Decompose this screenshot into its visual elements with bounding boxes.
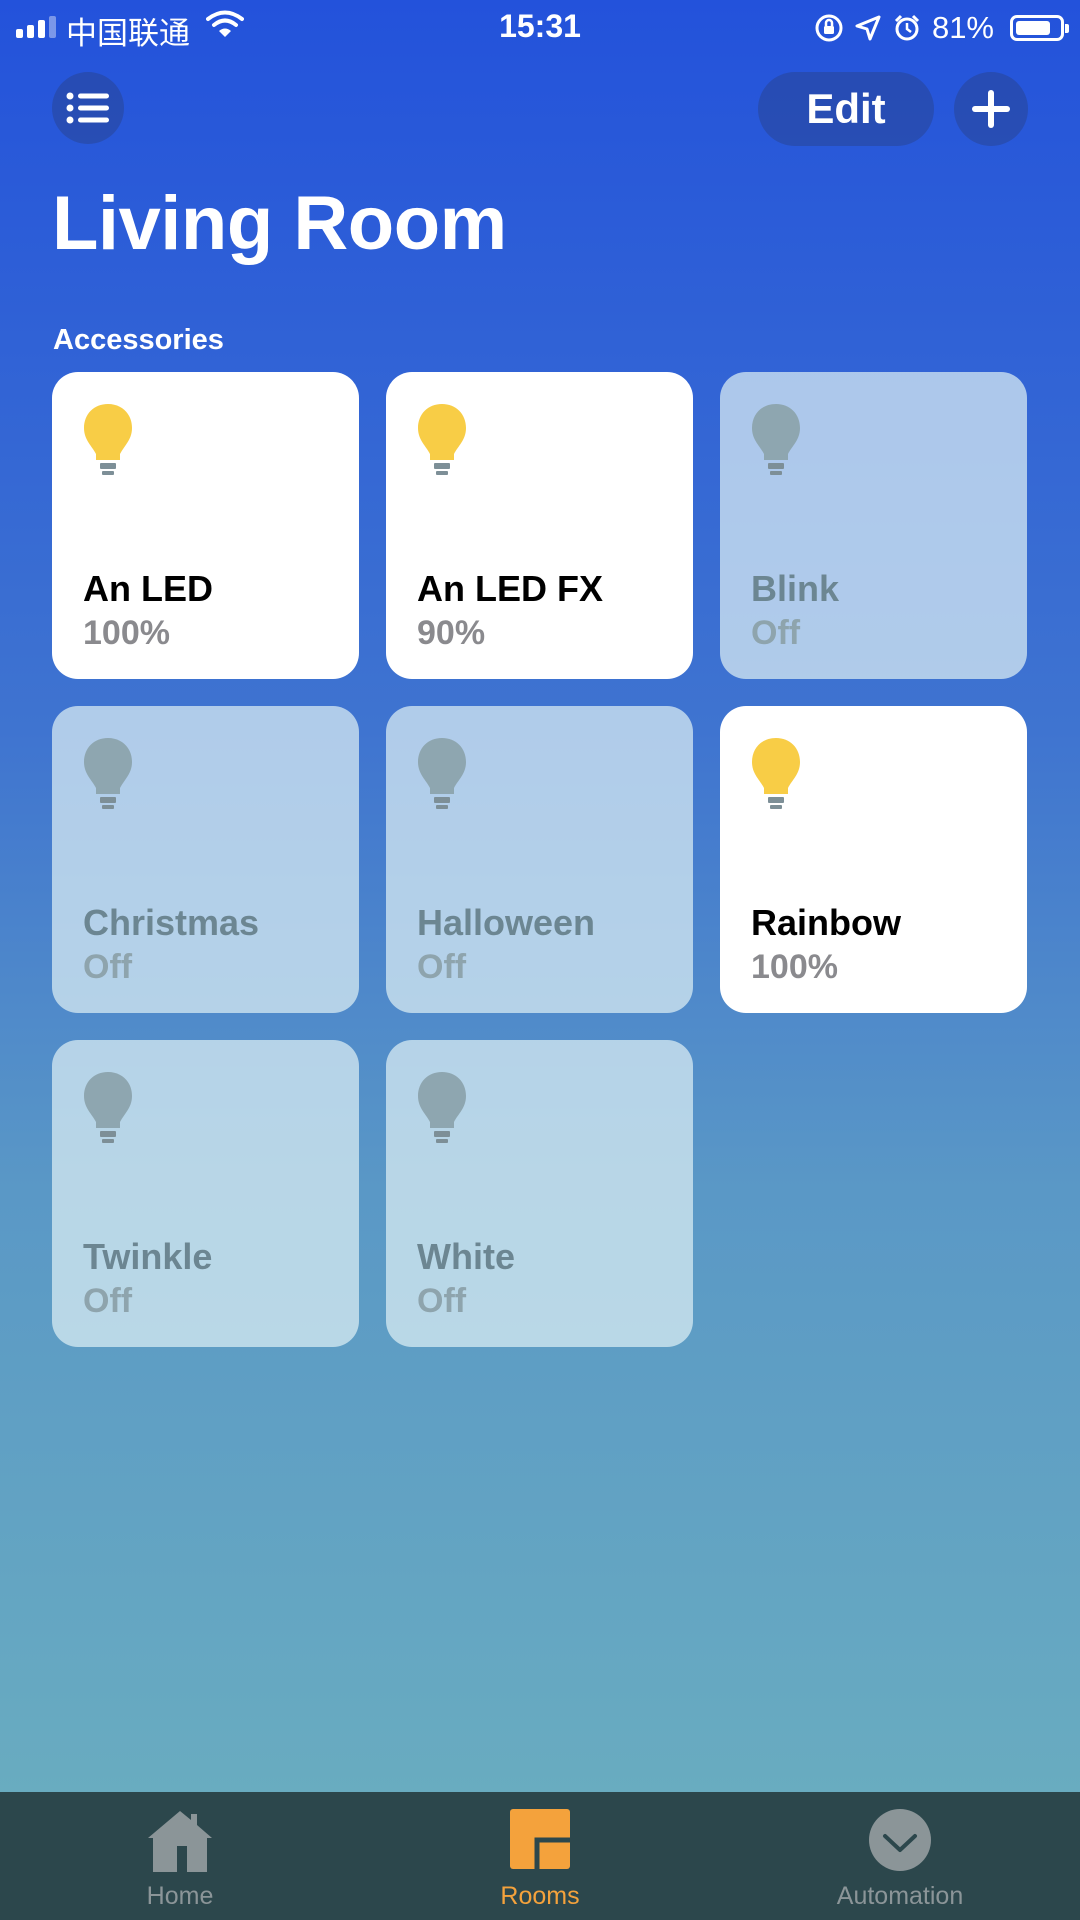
orientation-lock-icon: [815, 14, 843, 42]
rooms-icon: [510, 1809, 570, 1869]
accessory-state: Off: [417, 948, 467, 986]
accessory-tile[interactable]: Rainbow 100%: [720, 706, 1027, 1013]
section-header: Accessories: [53, 324, 224, 356]
lightbulb-icon: [752, 738, 800, 809]
tab-automation[interactable]: Automation: [720, 1792, 1080, 1920]
accessory-name: Halloween: [417, 902, 596, 943]
plus-icon: [972, 90, 1010, 128]
lightbulb-icon: [752, 404, 800, 475]
accessory-state: 90%: [417, 614, 486, 652]
accessory-state: Off: [417, 1282, 467, 1320]
battery-icon: [1010, 15, 1069, 41]
add-button[interactable]: [954, 72, 1028, 146]
tab-home[interactable]: Home: [0, 1792, 360, 1920]
tab-rooms-label: Rooms: [500, 1882, 580, 1910]
accessory-name: An LED: [83, 568, 213, 609]
tab-rooms[interactable]: Rooms: [360, 1792, 720, 1920]
accessory-name: Christmas: [83, 902, 260, 943]
accessory-state: Off: [751, 614, 801, 652]
status-bar: 中国联通 15:31 81%: [0, 0, 1080, 54]
lightbulb-icon: [84, 1072, 132, 1143]
wifi-icon: [206, 10, 244, 37]
accessory-tile[interactable]: Halloween Off: [386, 706, 693, 1013]
lightbulb-icon: [84, 404, 132, 475]
accessory-name: Blink: [751, 568, 840, 609]
accessory-state: 100%: [83, 614, 170, 652]
edit-button[interactable]: Edit: [758, 72, 934, 146]
alarm-icon: [894, 14, 920, 41]
accessory-tile[interactable]: An LED FX 90%: [386, 372, 693, 679]
accessory-state: 100%: [751, 948, 838, 986]
automation-icon: [869, 1809, 931, 1871]
tab-bar: Home Rooms Automation: [0, 1792, 1080, 1920]
accessory-tile[interactable]: White Off: [386, 1040, 693, 1347]
carrier-name: 中国联通: [66, 16, 190, 51]
lightbulb-icon: [84, 738, 132, 809]
lightbulb-icon: [418, 1072, 466, 1143]
accessory-name: White: [417, 1236, 515, 1277]
accessory-name: Rainbow: [751, 902, 901, 943]
page-title: Living Room: [52, 181, 507, 266]
home-icon: [148, 1811, 212, 1872]
battery-percent: 81%: [931, 10, 994, 45]
location-icon: [855, 15, 881, 41]
list-icon: [66, 92, 109, 124]
tab-home-label: Home: [146, 1882, 214, 1910]
menu-button[interactable]: [52, 72, 124, 144]
accessory-tile[interactable]: Christmas Off: [52, 706, 359, 1013]
accessory-tile[interactable]: An LED 100%: [52, 372, 359, 679]
accessory-tile[interactable]: Blink Off: [720, 372, 1027, 679]
accessory-state: Off: [83, 948, 133, 986]
lightbulb-icon: [418, 404, 466, 475]
lightbulb-icon: [418, 738, 466, 809]
accessory-tile[interactable]: Twinkle Off: [52, 1040, 359, 1347]
cellular-signal-icon: [16, 16, 56, 38]
accessory-name: Twinkle: [83, 1236, 213, 1277]
accessory-state: Off: [83, 1282, 133, 1320]
accessory-name: An LED FX: [417, 568, 603, 609]
tab-automation-label: Automation: [836, 1882, 964, 1910]
